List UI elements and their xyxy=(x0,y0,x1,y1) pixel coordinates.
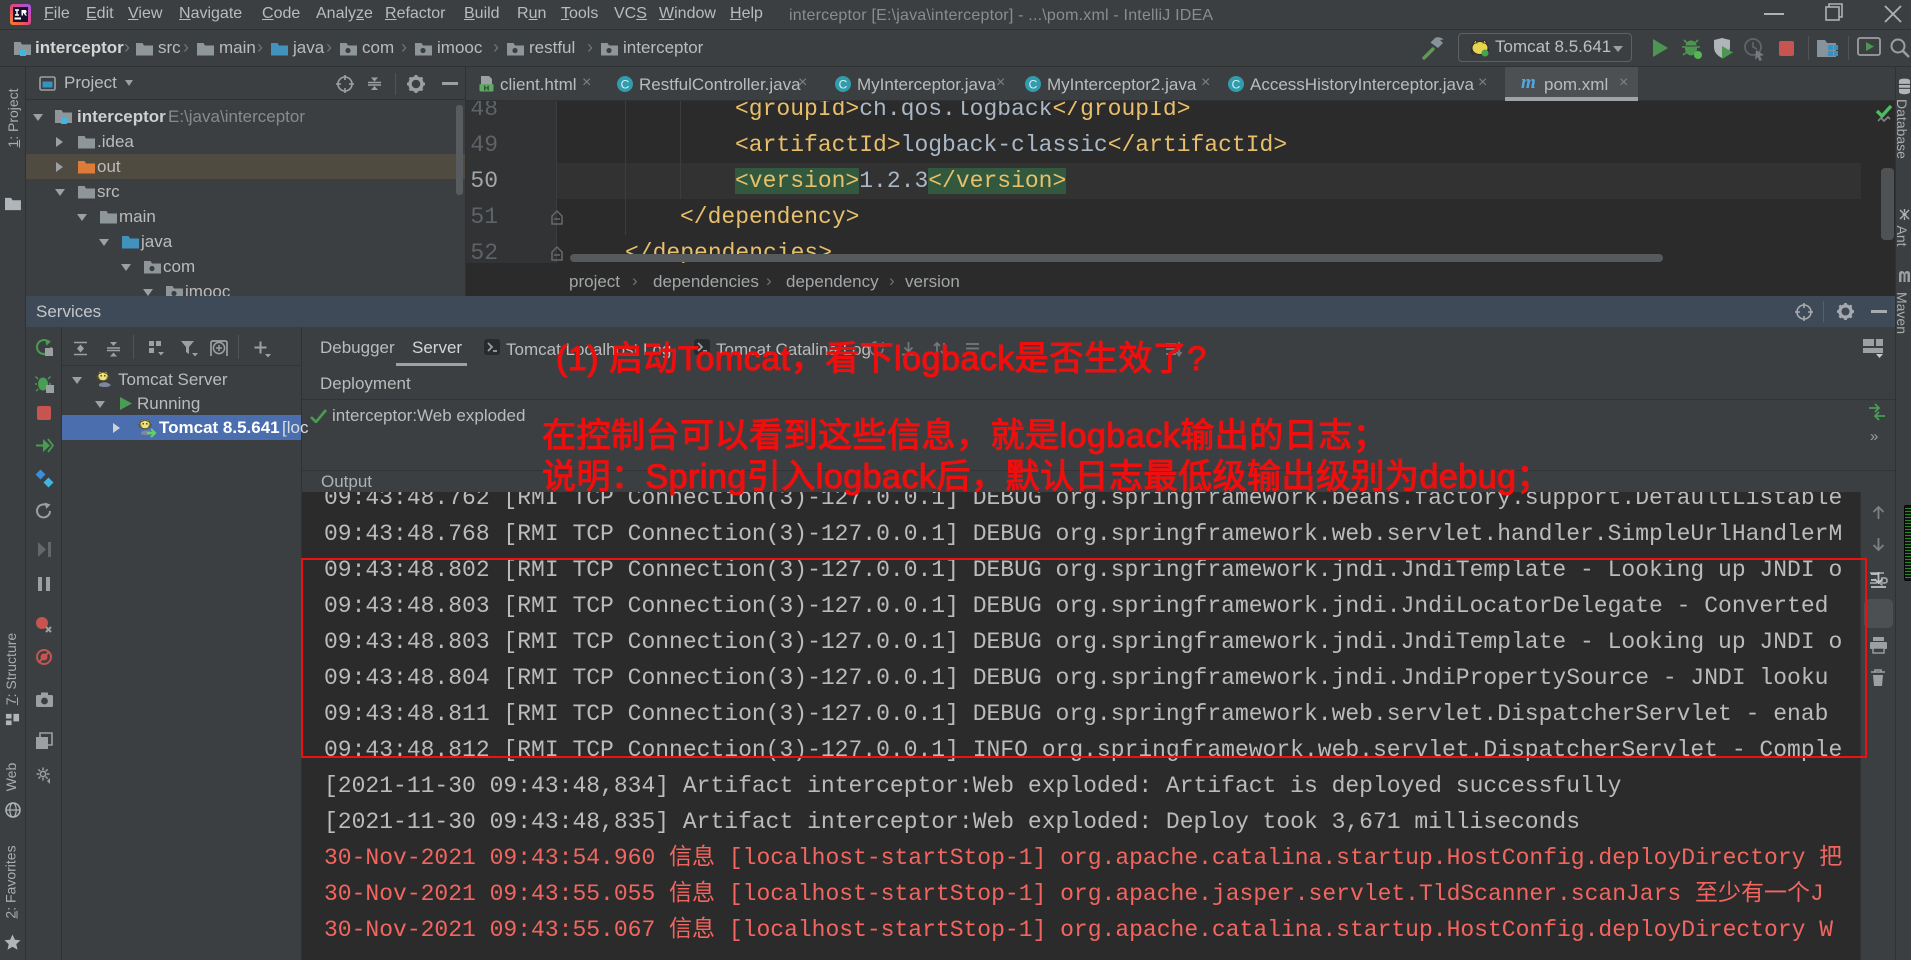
svg-text:H: H xyxy=(484,84,489,93)
